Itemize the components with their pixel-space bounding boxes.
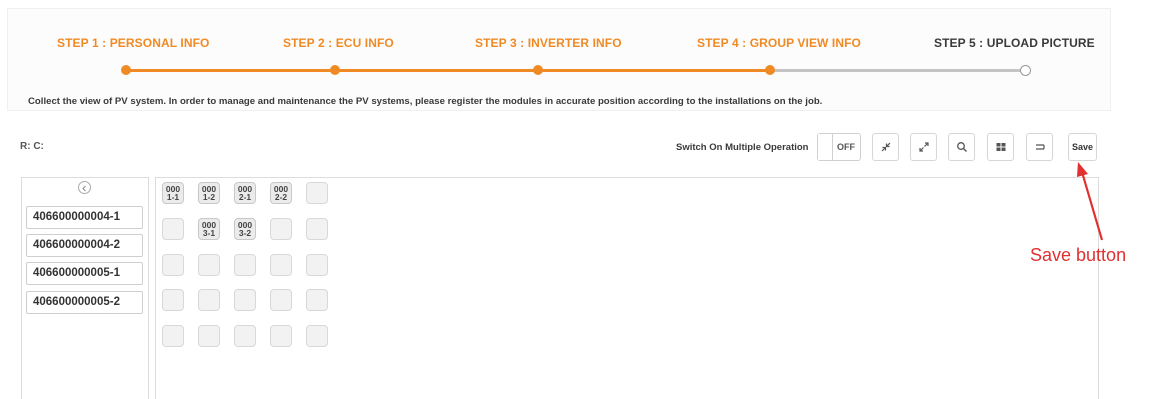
module-position-label: 2-2 [274, 192, 288, 202]
empty-module-slot[interactable] [306, 289, 328, 311]
toggle-knob [818, 134, 833, 160]
step-personal-info[interactable]: STEP 1 : PERSONAL INFO [57, 36, 209, 50]
module-cell[interactable]: 000 3-1 [198, 218, 220, 240]
save-button[interactable]: Save [1068, 133, 1097, 161]
module-position-label: 1-2 [202, 192, 216, 202]
wizard-header: STEP 1 : PERSONAL INFO STEP 2 : ECU INFO… [7, 8, 1111, 111]
empty-module-slot[interactable] [162, 218, 184, 240]
device-item[interactable]: 406600000005-1 [26, 262, 143, 285]
empty-module-slot[interactable] [270, 325, 292, 347]
search-button[interactable] [948, 133, 975, 161]
module-cell[interactable]: 000 1-2 [198, 182, 220, 204]
empty-module-slot[interactable] [306, 254, 328, 276]
module-position-label: 2-1 [238, 192, 252, 202]
step-dot-2 [330, 65, 340, 75]
empty-module-slot[interactable] [270, 254, 292, 276]
empty-module-slot[interactable] [198, 289, 220, 311]
step-dot-4 [765, 65, 775, 75]
step-ecu-info[interactable]: STEP 2 : ECU INFO [283, 36, 394, 50]
step-dot-1 [121, 65, 131, 75]
collapse-button[interactable] [78, 181, 91, 194]
empty-module-slot[interactable] [198, 254, 220, 276]
shrink-button[interactable] [872, 133, 899, 161]
device-list-panel: 406600000004-1 406600000004-2 4066000000… [21, 177, 149, 399]
empty-module-slot[interactable] [306, 218, 328, 240]
device-item[interactable]: 406600000005-2 [26, 291, 143, 314]
module-position-label: 1-1 [166, 192, 180, 202]
grid-icon [995, 141, 1007, 153]
expand-icon [918, 141, 930, 153]
module-position-label: 3-2 [238, 228, 252, 238]
module-cell[interactable]: 000 2-1 [234, 182, 256, 204]
empty-module-slot[interactable] [306, 182, 328, 204]
multiple-operation-label: Switch On Multiple Operation [676, 142, 809, 153]
instruction-text: Collect the view of PV system. In order … [28, 96, 823, 107]
empty-module-slot[interactable] [270, 218, 292, 240]
empty-module-slot[interactable] [234, 289, 256, 311]
step-inverter-info[interactable]: STEP 3 : INVERTER INFO [475, 36, 622, 50]
step-dot-3 [533, 65, 543, 75]
step-dot-5 [1020, 65, 1031, 76]
grid-view-button[interactable] [987, 133, 1014, 161]
progress-track-complete [126, 69, 773, 72]
device-item[interactable]: 406600000004-1 [26, 206, 143, 229]
empty-module-slot[interactable] [162, 254, 184, 276]
empty-module-slot[interactable] [162, 289, 184, 311]
step-upload-picture[interactable]: STEP 5 : UPLOAD PICTURE [934, 36, 1095, 50]
annotation-label: Save button [1030, 245, 1127, 265]
wrap-button[interactable] [1026, 133, 1053, 161]
chevron-left-icon [81, 179, 88, 197]
device-item[interactable]: 406600000004-2 [26, 234, 143, 257]
empty-module-slot[interactable] [198, 325, 220, 347]
toggle-state-text: OFF [837, 142, 855, 152]
module-position-label: 3-1 [202, 228, 216, 238]
module-cell[interactable]: 000 3-2 [234, 218, 256, 240]
progress-track-remaining [773, 69, 1027, 72]
shrink-icon [880, 141, 892, 153]
empty-module-slot[interactable] [270, 289, 292, 311]
wrap-icon [1034, 141, 1046, 153]
empty-module-slot[interactable] [306, 325, 328, 347]
module-cell[interactable]: 000 2-2 [270, 182, 292, 204]
annotation-arrow [1077, 162, 1104, 241]
search-icon [956, 141, 968, 153]
empty-module-slot[interactable] [162, 325, 184, 347]
step-group-view-info[interactable]: STEP 4 : GROUP VIEW INFO [697, 36, 861, 50]
multiple-operation-toggle[interactable]: OFF [817, 133, 861, 161]
empty-module-slot[interactable] [234, 325, 256, 347]
module-cell[interactable]: 000 1-1 [162, 182, 184, 204]
module-grid-panel: 000 1-1 000 1-2 000 2-1 000 2-2 000 3-1 000 3-2 [155, 177, 1099, 399]
empty-module-slot[interactable] [234, 254, 256, 276]
expand-button[interactable] [910, 133, 937, 161]
row-col-readout: R: C: [20, 141, 44, 152]
